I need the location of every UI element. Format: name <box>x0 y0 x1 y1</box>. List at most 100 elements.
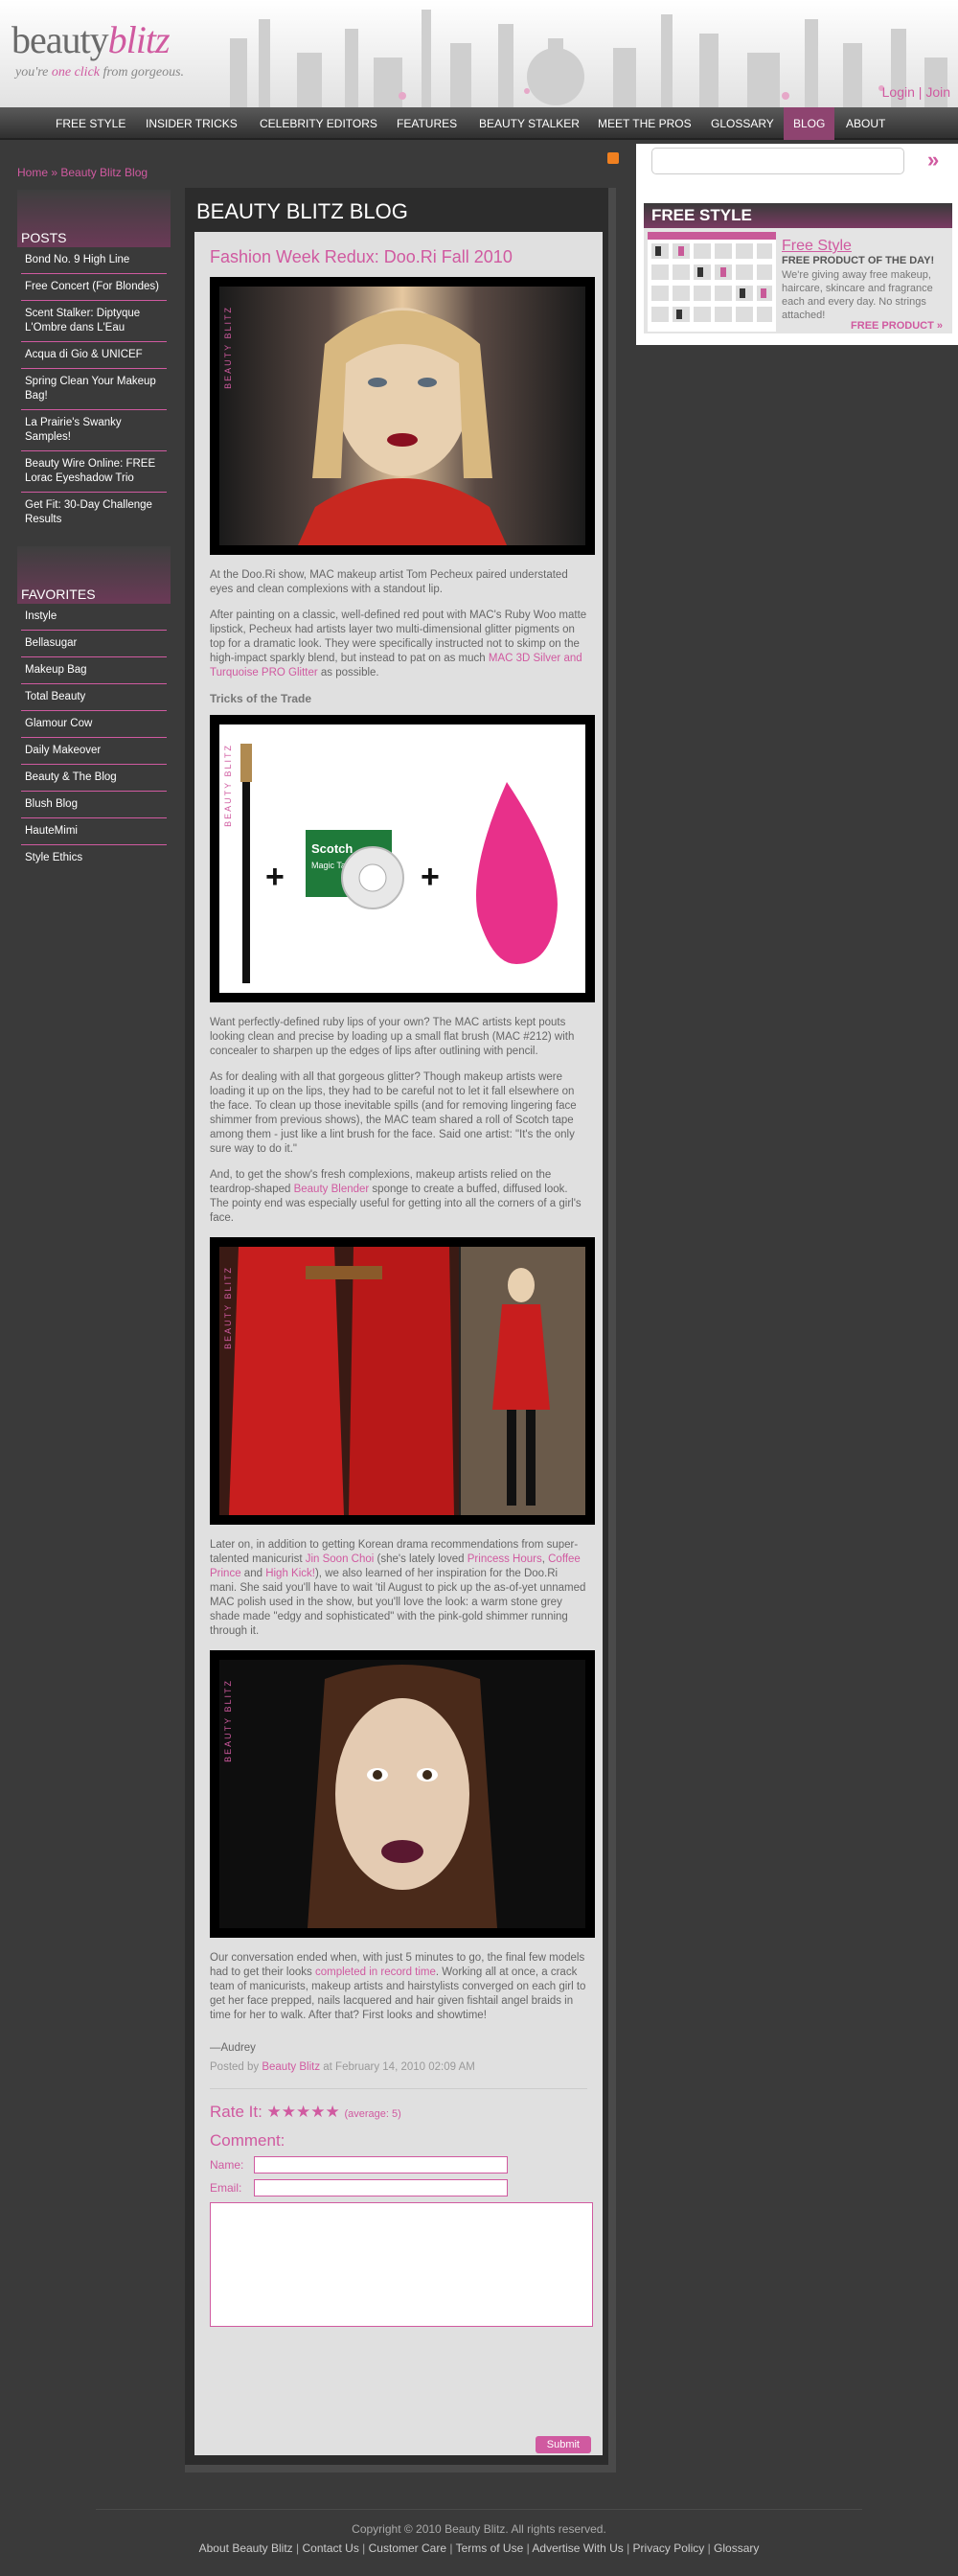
search-input[interactable] <box>651 148 904 174</box>
free-style-subtitle: FREE PRODUCT OF THE DAY! <box>782 255 935 266</box>
name-row: Name: <box>210 2156 587 2174</box>
breadcrumb-separator: » <box>48 166 61 179</box>
page-title: BEAUTY BLITZ BLOG <box>196 199 408 223</box>
email-input[interactable] <box>254 2179 508 2196</box>
free-style-description: We're giving away free makeup, haircare,… <box>782 269 933 321</box>
footer-link-privacy[interactable]: Privacy Policy <box>633 2542 705 2555</box>
name-input[interactable] <box>254 2156 508 2174</box>
nav-insider-tricks[interactable]: INSIDER TRICKS <box>136 107 247 140</box>
product-skyline-illustration <box>230 10 947 107</box>
favorites-heading: FAVORITES <box>17 546 171 604</box>
sidebar-favorite[interactable]: Blush Blog <box>21 792 167 818</box>
copyright: Copyright © 2010 Beauty Blitz. All right… <box>352 2522 606 2536</box>
sidebar-favorite[interactable]: Glamour Cow <box>21 711 167 738</box>
paragraph-2: After painting on a classic, well-define… <box>210 609 587 680</box>
site-logo[interactable]: beautyblitz <box>11 17 171 62</box>
site-tagline: you're one click from gorgeous. <box>15 65 184 80</box>
nav-blog[interactable]: BLOG <box>784 107 835 140</box>
free-style-heading: FREE STYLE <box>644 203 952 228</box>
free-product-link[interactable]: FREE PRODUCT » <box>851 320 943 332</box>
post-image-tools: + Scotch Magic Tape + BEAUTY BLITZ <box>210 715 595 1002</box>
search-go-icon[interactable]: » <box>927 148 939 172</box>
paragraph-6: Later on, in addition to getting Korean … <box>210 1538 587 1639</box>
sidebar-post[interactable]: Bond No. 9 High Line <box>21 247 167 274</box>
left-sidebar: POSTS Bond No. 9 High Line Free Concert … <box>17 190 171 871</box>
blog-post: Fashion Week Redux: Doo.Ri Fall 2010 BEA… <box>194 232 603 2455</box>
footer-link-glossary[interactable]: Glossary <box>714 2542 759 2555</box>
nav-free-style[interactable]: FREE STYLE <box>46 107 135 140</box>
nav-meet-the-pros[interactable]: MEET THE PROS <box>588 107 701 140</box>
nav-glossary[interactable]: GLOSSARY <box>701 107 784 140</box>
model-portrait-illustration <box>298 308 507 545</box>
posted-date: at February 14, 2010 02:09 AM <box>320 2061 475 2073</box>
footer-link-advertise[interactable]: Advertise With Us <box>532 2542 623 2555</box>
nav-beauty-stalker[interactable]: BEAUTY STALKER <box>469 107 589 140</box>
sidebar-favorite[interactable]: Instyle <box>21 604 167 631</box>
free-style-thumbnail[interactable] <box>648 232 776 332</box>
svg-text:+: + <box>265 859 285 895</box>
tape-brand: Scotch <box>311 841 353 856</box>
sidebar-favorite[interactable]: Bellasugar <box>21 631 167 657</box>
breadcrumb: Home » Beauty Blitz Blog <box>17 166 148 179</box>
rate-label: Rate It: <box>210 2103 262 2121</box>
beauty-blender-link[interactable]: Beauty Blender <box>294 1184 370 1195</box>
comment-textarea[interactable] <box>210 2202 593 2327</box>
join-link[interactable]: Join <box>925 84 950 100</box>
sidebar-post[interactable]: Get Fit: 30-Day Challenge Results <box>21 493 167 533</box>
login-link[interactable]: Login <box>882 84 915 100</box>
paragraph-7: Our conversation ended when, with just 5… <box>210 1951 587 2023</box>
posts-heading: POSTS <box>17 190 171 247</box>
sidebar-favorite[interactable]: HauteMimi <box>21 818 167 845</box>
sidebar-favorite[interactable]: Style Ethics <box>21 845 167 871</box>
svg-text:+: + <box>421 859 440 895</box>
post-title[interactable]: Fashion Week Redux: Doo.Ri Fall 2010 <box>210 247 587 267</box>
nav-about[interactable]: ABOUT <box>836 107 895 140</box>
free-style-title[interactable]: Free Style <box>782 238 852 255</box>
main-column: BEAUTY BLITZ BLOG Fashion Week Redux: Do… <box>185 188 616 2472</box>
footer-link-customer-care[interactable]: Customer Care <box>369 2542 446 2555</box>
sidebar-post[interactable]: La Prairie's Swanky Samples! <box>21 410 167 451</box>
footer-link-about[interactable]: About Beauty Blitz <box>199 2542 293 2555</box>
nav-features[interactable]: FEATURES <box>387 107 467 140</box>
post-image-runway: BEAUTY BLITZ <box>210 1237 595 1525</box>
glitter-lips-illustration <box>308 1665 497 1928</box>
runway-illustration <box>219 1247 585 1515</box>
footer-link-terms[interactable]: Terms of Use <box>456 2542 524 2555</box>
tagline-post: from gorgeous. <box>100 65 185 80</box>
paragraph-4: As for dealing with all that gorgeous gl… <box>210 1071 577 1155</box>
sidebar-favorite[interactable]: Beauty & The Blog <box>21 765 167 792</box>
posted-pre: Posted by <box>210 2061 262 2073</box>
sidebar-favorite[interactable]: Makeup Bag <box>21 657 167 684</box>
sidebar-post[interactable]: Scent Stalker: Diptyque L'Ombre dans L'E… <box>21 301 167 342</box>
sidebar-post[interactable]: Acqua di Gio & UNICEF <box>21 342 167 369</box>
princess-hours-link[interactable]: Princess Hours <box>468 1553 542 1565</box>
record-time-link[interactable]: completed in record time <box>315 1966 436 1978</box>
sidebar-post[interactable]: Spring Clean Your Makeup Bag! <box>21 369 167 410</box>
author-link[interactable]: Beauty Blitz <box>262 2061 320 2073</box>
sidebar-post[interactable]: Free Concert (For Blondes) <box>21 274 167 301</box>
high-kick-link[interactable]: High Kick! <box>265 1568 315 1579</box>
nav-celebrity-editors[interactable]: CELEBRITY EDITORS <box>250 107 387 140</box>
paragraph-3: Want perfectly-defined ruby lips of your… <box>210 1017 575 1057</box>
sidebar-favorite[interactable]: Total Beauty <box>21 684 167 711</box>
login-join: Login | Join <box>881 84 950 100</box>
subheading: Tricks of the Trade <box>210 692 312 705</box>
jin-soon-choi-link[interactable]: Jin Soon Choi <box>306 1553 375 1565</box>
sidebar-favorite[interactable]: Daily Makeover <box>21 738 167 765</box>
image-watermark: BEAUTY BLITZ <box>223 1266 233 1349</box>
breadcrumb-current[interactable]: Beauty Blitz Blog <box>60 166 148 179</box>
free-style-box: Free Style FREE PRODUCT OF THE DAY! We'r… <box>644 228 952 334</box>
tagline-highlight: one click <box>51 65 100 80</box>
right-sidebar: » FREE STYLE Free Style FREE PRODUCT OF … <box>636 144 958 345</box>
email-row: Email: <box>210 2179 587 2196</box>
submit-button[interactable]: Submit <box>535 2436 591 2453</box>
tagline-pre: you're <box>15 65 52 80</box>
sidebar-post[interactable]: Beauty Wire Online: FREE Lorac Eyeshadow… <box>21 451 167 493</box>
rating-stars[interactable]: ★★★★★ <box>267 2103 340 2121</box>
footer-link-contact[interactable]: Contact Us <box>302 2542 358 2555</box>
posted-by: Posted by Beauty Blitz at February 14, 2… <box>210 2061 587 2073</box>
rating-average: (average: 5) <box>344 2108 401 2120</box>
rss-icon[interactable] <box>607 152 619 164</box>
name-label: Name: <box>210 2158 244 2172</box>
breadcrumb-home[interactable]: Home <box>17 166 48 179</box>
